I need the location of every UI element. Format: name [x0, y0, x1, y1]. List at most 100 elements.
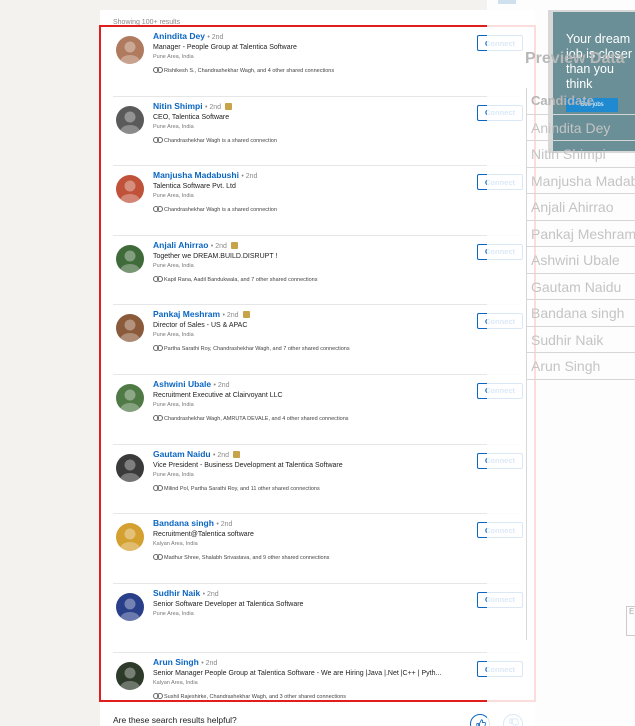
- preview-empty-area: [526, 378, 635, 640]
- person-location: Pune Area, India: [153, 610, 194, 617]
- result-row: Sudhir Naik • 2nd Senior Software Develo…: [113, 584, 523, 654]
- shared-connections[interactable]: Chandrashekhar Wagh is a shared connecti…: [153, 136, 468, 145]
- person-headline: Manager - People Group at Talentica Soft…: [153, 44, 297, 51]
- people-icon: [153, 484, 163, 491]
- thumbs-up-icon: [476, 719, 486, 726]
- person-name[interactable]: Nitin Shimpi: [153, 101, 203, 111]
- shared-connections[interactable]: Partha Sarathi Roy, Chandrashekhar Wagh,…: [153, 345, 468, 353]
- person-location: Pune Area, India: [153, 193, 194, 200]
- avatar[interactable]: [116, 592, 144, 621]
- shared-connections[interactable]: Sushil Rajeshirke, Chandrashekhar Wagh, …: [153, 693, 468, 701]
- connection-degree: • 2nd: [222, 312, 239, 320]
- person-headline: Senior Manager People Group at Talentica…: [153, 670, 442, 678]
- person-name[interactable]: Arun Singh: [153, 657, 199, 667]
- shared-connections[interactable]: Kapil Rana, Aadil Bandukwala, and 7 othe…: [153, 275, 468, 284]
- preview-column-header: Candidate: [526, 88, 635, 115]
- person-headline: Talentica Software Pvt. Ltd: [153, 183, 236, 191]
- preview-title: Preview Data: [525, 50, 625, 67]
- avatar[interactable]: [116, 244, 144, 273]
- result-row: Anindita Dey • 2nd Manager - People Grou…: [113, 27, 523, 97]
- person-name[interactable]: Gautam Naidu: [153, 449, 211, 459]
- person-headline: Director of Sales - US & APAC: [153, 322, 248, 330]
- linkedin-search-page: Showing 100+ results Anindita Dey • 2nd …: [0, 0, 635, 726]
- people-icon: [153, 275, 163, 282]
- connection-degree: • 2nd: [210, 242, 227, 250]
- premium-icon: [242, 311, 250, 319]
- avatar[interactable]: [116, 662, 144, 691]
- result-row: Gautam Naidu • 2nd Vice President - Busi…: [113, 445, 523, 515]
- people-icon: [153, 414, 163, 421]
- people-icon: [153, 345, 163, 352]
- connection-degree: • 2nd: [213, 451, 230, 459]
- connection-degree: • 2nd: [202, 590, 219, 598]
- person-location: Pune Area, India: [153, 262, 194, 269]
- person-name[interactable]: Manjusha Madabushi: [153, 170, 239, 180]
- connection-degree: • 2nd: [213, 381, 230, 389]
- preview-row: Manjusha Madabushi: [526, 167, 635, 194]
- premium-icon: [231, 241, 239, 249]
- premium-icon: [233, 450, 241, 458]
- preview-row: Arun Singh: [526, 353, 635, 380]
- overlay-scroll-handle[interactable]: E: [626, 606, 635, 636]
- person-headline: CEO, Talentica Software: [153, 113, 230, 121]
- preview-row: Ashwini Ubale: [526, 247, 635, 274]
- connection-degree: • 2nd: [204, 103, 222, 111]
- shared-connections[interactable]: Milind Pol, Partha Sarathi Roy, and 11 o…: [153, 484, 468, 493]
- avatar[interactable]: [116, 36, 144, 64]
- people-icon: [153, 693, 163, 700]
- avatar[interactable]: [116, 175, 144, 204]
- person-location: Kalyan Area, India: [153, 680, 198, 687]
- preview-table: Candidate Anindita Dey Nitin Shimpi Manjus…: [526, 88, 635, 380]
- premium-icon: [225, 102, 233, 110]
- avatar[interactable]: [116, 453, 144, 482]
- shared-connections[interactable]: Madhur Shree, Shalabh Srivastava, and 9 …: [153, 554, 468, 562]
- person-location: Pune Area, India: [153, 123, 194, 130]
- person-location: Pune Area, India: [153, 471, 194, 478]
- result-row: Nitin Shimpi • 2nd CEO, Talentica Softwa…: [113, 97, 523, 167]
- people-icon: [153, 136, 163, 143]
- avatar[interactable]: [116, 314, 144, 343]
- people-icon: [153, 67, 163, 73]
- person-location: Pune Area, India: [153, 54, 194, 60]
- person-headline: Senior Software Developer at Talentica S…: [153, 600, 304, 608]
- preview-row: Pankaj Meshram: [526, 220, 635, 247]
- person-name[interactable]: Bandana singh: [153, 518, 214, 528]
- connection-degree: • 2nd: [241, 173, 258, 181]
- preview-row: Anjali Ahirrao: [526, 194, 635, 221]
- results-count: Showing 100+ results: [113, 19, 181, 26]
- connection-degree: • 2nd: [201, 660, 218, 668]
- person-name[interactable]: Pankaj Meshram: [153, 309, 220, 319]
- result-row: Ashwini Ubale • 2nd Recruitment Executiv…: [113, 375, 523, 445]
- person-name[interactable]: Anjali Ahirrao: [153, 240, 208, 250]
- person-name[interactable]: Sudhir Naik: [153, 588, 200, 598]
- avatar[interactable]: [116, 523, 144, 552]
- preview-row: Bandana singh: [526, 300, 635, 327]
- result-row: Anjali Ahirrao • 2nd Together we DREAM.B…: [113, 236, 523, 306]
- overlay-tab: [498, 0, 516, 4]
- person-headline: Recruitment Executive at Clairvoyant LLC: [153, 391, 283, 399]
- avatar[interactable]: [116, 383, 144, 412]
- connection-degree: • 2nd: [216, 521, 233, 529]
- shared-connections[interactable]: Chandrashekhar Wagh, AMRUTA DEVALE, and …: [153, 414, 468, 423]
- people-icon: [153, 206, 163, 213]
- result-row: Bandana singh • 2nd Recruitment@Talentic…: [113, 514, 523, 584]
- shared-connections[interactable]: Rishikesh S., Chandrashekhar Wagh, and 4…: [153, 67, 468, 75]
- person-name[interactable]: Anindita Dey: [153, 31, 205, 41]
- preview-row: Anindita Dey: [526, 114, 635, 141]
- person-location: Pune Area, India: [153, 401, 194, 408]
- person-location: Pune Area, India: [153, 332, 194, 339]
- preview-row: Nitin Shimpi: [526, 141, 635, 168]
- search-results-panel: Showing 100+ results Anindita Dey • 2nd …: [100, 10, 535, 726]
- connection-degree: • 2nd: [207, 34, 224, 41]
- avatar[interactable]: [116, 105, 144, 134]
- people-icon: [153, 554, 163, 561]
- feedback-bar: Are these search results helpful?: [100, 703, 535, 726]
- result-row: Pankaj Meshram • 2nd Director of Sales -…: [113, 305, 523, 375]
- shared-connections[interactable]: Chandrashekhar Wagh is a shared connecti…: [153, 206, 468, 214]
- person-location: Kalyan Area, India: [153, 541, 198, 548]
- feedback-question: Are these search results helpful?: [113, 715, 237, 725]
- preview-row: Sudhir Naik: [526, 326, 635, 353]
- person-headline: Recruitment@Talentica software: [153, 531, 254, 539]
- person-name[interactable]: Ashwini Ubale: [153, 379, 211, 389]
- results-list: Anindita Dey • 2nd Manager - People Grou…: [100, 27, 535, 723]
